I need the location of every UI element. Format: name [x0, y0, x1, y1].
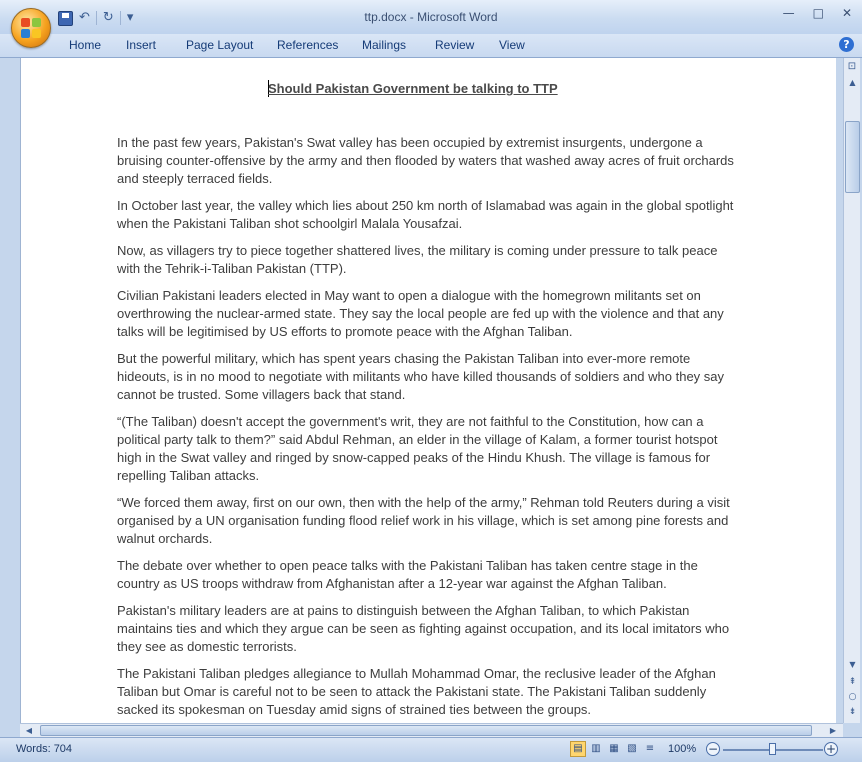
window-controls: — □ ✕ — [783, 6, 852, 20]
draft-view-button[interactable]: ≡ — [642, 741, 658, 757]
view-buttons: ▤ ▥ ▦ ▧ ≡ — [570, 741, 658, 757]
zoom-level[interactable]: 100% — [668, 743, 696, 755]
tab-insert[interactable]: Insert — [126, 38, 156, 52]
full-screen-reading-view-button[interactable]: ▥ — [588, 741, 604, 757]
paragraph: But the powerful military, which has spe… — [117, 351, 725, 402]
title-bar: ↶ ↻ ▾ ttp.docx - Microsoft Word — □ ✕ — [0, 0, 862, 34]
word-count[interactable]: Words: 704 — [16, 743, 72, 755]
paragraph: In October last year, the valley which l… — [117, 198, 734, 231]
window-title: ttp.docx - Microsoft Word — [364, 10, 498, 24]
tab-review[interactable]: Review — [435, 38, 474, 52]
office-button[interactable] — [11, 8, 51, 48]
zoom-slider-thumb[interactable] — [769, 743, 776, 755]
scroll-left-button[interactable]: ◀ — [22, 724, 36, 737]
maximize-button[interactable]: □ — [813, 6, 824, 20]
close-button[interactable]: ✕ — [842, 6, 852, 20]
office-logo-square — [21, 29, 30, 38]
paragraph: Pakistan's military leaders are at pains… — [117, 603, 730, 654]
view-ruler-icon[interactable]: ⊡ — [845, 60, 859, 74]
tab-page-layout[interactable]: Page Layout — [186, 38, 253, 52]
select-browse-object-icon[interactable]: ○ — [845, 690, 860, 704]
print-layout-view-button[interactable]: ▤ — [570, 741, 586, 757]
paragraph: In the past few years, Pakistan's Swat v… — [117, 135, 734, 186]
paragraph: The Pakistani Taliban pledges allegiance… — [117, 666, 716, 717]
web-layout-view-button[interactable]: ▦ — [606, 741, 622, 757]
office-logo-square — [21, 18, 30, 27]
ribbon-tabs: Home Insert Page Layout References Maili… — [0, 34, 862, 58]
document-body: In the past few years, Pakistan's Swat v… — [117, 134, 743, 723]
office-logo-icon — [21, 18, 41, 38]
previous-page-icon[interactable]: ⇞ — [845, 675, 860, 689]
paragraph: “We forced them away, first on our own, … — [117, 495, 730, 546]
scroll-down-button[interactable]: ▼ — [845, 658, 860, 672]
document-page[interactable]: Should Pakistan Government be talking to… — [20, 58, 836, 723]
next-page-icon[interactable]: ⇟ — [845, 705, 860, 719]
horizontal-scrollbar[interactable]: ◀ ▶ — [20, 723, 843, 737]
scroll-right-button[interactable]: ▶ — [826, 724, 840, 737]
paragraph: The debate over whether to open peace ta… — [117, 558, 698, 591]
help-icon[interactable]: ? — [839, 37, 854, 52]
office-logo-square — [32, 18, 41, 27]
paragraph: Now, as villagers try to piece together … — [117, 243, 718, 276]
left-frame — [0, 58, 20, 736]
vertical-scroll-thumb[interactable] — [845, 121, 860, 193]
scroll-up-button[interactable]: ▲ — [845, 76, 860, 90]
office-logo-square — [32, 29, 41, 38]
tab-references[interactable]: References — [277, 38, 338, 52]
tab-home[interactable]: Home — [69, 38, 101, 52]
outline-view-button[interactable]: ▧ — [624, 741, 640, 757]
paragraph: “(The Taliban) doesn't accept the govern… — [117, 414, 718, 483]
status-bar: Words: 704 ▤ ▥ ▦ ▧ ≡ 100% − + — [0, 737, 862, 762]
vertical-scrollbar[interactable]: ⊡ ▲ ▼ ⇞ ○ ⇟ — [843, 58, 860, 723]
document-heading: Should Pakistan Government be talking to… — [268, 81, 558, 96]
zoom-out-button[interactable]: − — [706, 742, 720, 756]
zoom-in-button[interactable]: + — [824, 742, 838, 756]
horizontal-scroll-thumb[interactable] — [40, 725, 812, 736]
tab-view[interactable]: View — [499, 38, 525, 52]
paragraph: Civilian Pakistani leaders elected in Ma… — [117, 288, 724, 339]
tab-mailings[interactable]: Mailings — [362, 38, 406, 52]
minimize-button[interactable]: — — [783, 6, 795, 20]
